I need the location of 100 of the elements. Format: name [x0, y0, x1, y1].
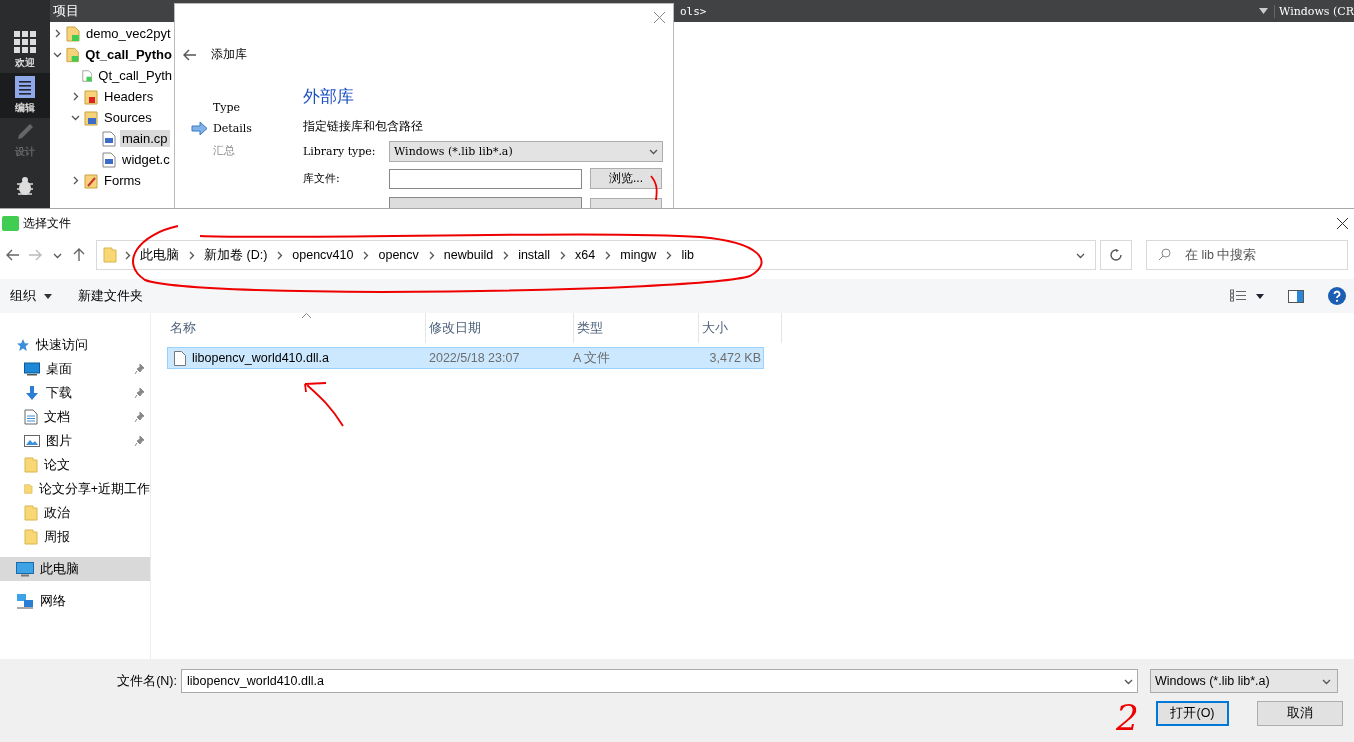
project-icon [66, 25, 80, 42]
annotation-stroke [650, 175, 658, 201]
back-icon[interactable] [6, 249, 20, 261]
project-icon [66, 46, 80, 63]
refresh-icon[interactable] [1110, 249, 1122, 261]
nav-item[interactable]: 此电脑 [0, 557, 150, 581]
nav-item[interactable]: 网络 [0, 589, 150, 613]
nav-item[interactable]: 图片 [0, 429, 150, 453]
nav-item[interactable]: 文档 [0, 405, 150, 429]
tree-item[interactable]: widget.c [120, 151, 172, 168]
chevron-icon[interactable] [53, 50, 62, 59]
chevron-icon[interactable] [558, 250, 568, 260]
dialog-button[interactable]: 打开(O) [1156, 701, 1229, 726]
toolbar-text: ols> [680, 4, 707, 18]
search-field[interactable]: 在 lib 中搜索 [1146, 240, 1348, 270]
refresh-button[interactable] [1100, 240, 1132, 270]
tree-item[interactable]: Qt_call_Pyth [96, 67, 174, 84]
breadcrumb[interactable]: install [510, 248, 559, 262]
caret-icon [44, 293, 52, 299]
library-type-dropdown[interactable]: Windows (*.lib lib*.a) [389, 141, 663, 162]
tree-item[interactable]: main.cp [120, 130, 170, 147]
caret-icon[interactable] [1256, 293, 1264, 299]
dialog-title: 添加库 [211, 46, 247, 63]
breadcrumb[interactable]: newbuild [435, 248, 502, 262]
file-icon [174, 350, 186, 366]
close-icon[interactable] [1337, 217, 1348, 229]
chevron-icon[interactable] [71, 113, 80, 122]
chevron-icon[interactable] [123, 250, 132, 260]
tree-item[interactable]: Headers [102, 88, 156, 105]
file-row[interactable]: libopencv_world410.dll.a 2022/5/18 23:07 A 文件 3,472 KB [167, 347, 764, 369]
chevron-icon[interactable] [53, 29, 62, 38]
folder-icon [24, 505, 38, 521]
up-icon[interactable] [73, 248, 85, 262]
chevron-icon[interactable] [603, 250, 613, 260]
file-type: A 文件 [572, 349, 612, 367]
tree-item[interactable]: Forms [102, 172, 143, 189]
nav-item[interactable]: 下载 [0, 381, 150, 405]
breadcrumb[interactable]: 此电脑 [132, 246, 187, 264]
nav-item[interactable]: 桌面 [0, 357, 150, 381]
folder-icon [24, 529, 38, 545]
nav-item[interactable]: 快速访问 [0, 333, 150, 357]
breadcrumb[interactable]: lib [673, 248, 702, 262]
file-name-field[interactable]: libopencv_world410.dll.a [181, 669, 1138, 693]
breadcrumb[interactable]: mingw [612, 248, 665, 262]
section-heading: 外部库 [303, 86, 355, 108]
chevron-icon[interactable] [649, 147, 658, 156]
annotation-text: 2 [1116, 698, 1139, 738]
chevron-icon[interactable] [361, 250, 371, 260]
dialog-button[interactable]: 取消 [1257, 701, 1343, 726]
chevron-icon[interactable] [275, 250, 285, 260]
network-icon [16, 593, 34, 609]
chevron-icon[interactable] [71, 92, 80, 101]
library-file-field[interactable] [389, 168, 582, 189]
column-header[interactable]: 修改日期 [429, 319, 481, 337]
bug-icon [15, 175, 35, 196]
view-icon[interactable] [1230, 289, 1246, 303]
caret-icon[interactable] [1259, 8, 1269, 14]
help-icon[interactable] [1328, 287, 1346, 305]
browse-button[interactable]: 浏览... [590, 168, 662, 189]
toolbar-button[interactable]: 新建文件夹 [78, 287, 143, 305]
window-title: 选择文件 [23, 214, 71, 232]
chevron-icon[interactable] [664, 250, 674, 260]
section-subtitle: 指定链接库和包含路径 [303, 118, 424, 135]
document-icon [15, 76, 35, 98]
step-label: Details [213, 122, 252, 135]
breadcrumb[interactable]: 新加卷 (D:) [196, 246, 276, 264]
preview-pane-icon[interactable] [1288, 289, 1304, 303]
address-bar[interactable]: 此电脑 新加卷 (D:) opencv410 opencv newbuild install x64 mingw lib [96, 240, 1096, 270]
tree-item[interactable]: demo_vec2pyt [84, 25, 173, 42]
grid-icon [14, 31, 36, 53]
tree-item[interactable]: Qt_call_Pytho [83, 46, 174, 63]
chevron-icon[interactable] [501, 250, 511, 260]
field-label: Library type: [303, 145, 377, 158]
nav-item[interactable]: 论文分享+近期工作 [0, 477, 150, 501]
nav-item[interactable]: 论文 [0, 453, 150, 477]
column-header[interactable]: 类型 [577, 319, 603, 337]
column-header[interactable]: 大小 [702, 319, 728, 337]
step-label: Type [213, 101, 241, 114]
document-icon [24, 409, 38, 425]
tree-item[interactable]: Sources [102, 109, 154, 126]
computer-icon [16, 561, 34, 577]
mode-button[interactable]: 编辑 [0, 73, 50, 118]
desktop-icon [24, 362, 40, 376]
chevron-icon[interactable] [187, 250, 196, 260]
breadcrumb[interactable]: opencv [370, 248, 427, 262]
nav-item[interactable]: 周报 [0, 525, 150, 549]
nav-item[interactable]: 政治 [0, 501, 150, 525]
back-icon[interactable] [183, 48, 197, 61]
chevron-icon[interactable] [71, 176, 80, 185]
toolbar-button[interactable]: 组织 [10, 287, 52, 305]
mode-button[interactable]: 欢迎 [0, 28, 50, 73]
breadcrumb[interactable]: opencv410 [284, 248, 362, 262]
column-header[interactable]: 名称 [170, 319, 196, 337]
file-size: 3,472 KB [708, 351, 761, 365]
folder-icon [24, 481, 33, 497]
folder-icon [84, 172, 98, 189]
breadcrumb[interactable]: x64 [567, 248, 604, 262]
kit-selector[interactable]: Windows (CR [1274, 4, 1354, 18]
file-type-dropdown[interactable]: Windows (*.lib lib*.a) [1150, 669, 1338, 693]
star-icon [16, 338, 30, 352]
